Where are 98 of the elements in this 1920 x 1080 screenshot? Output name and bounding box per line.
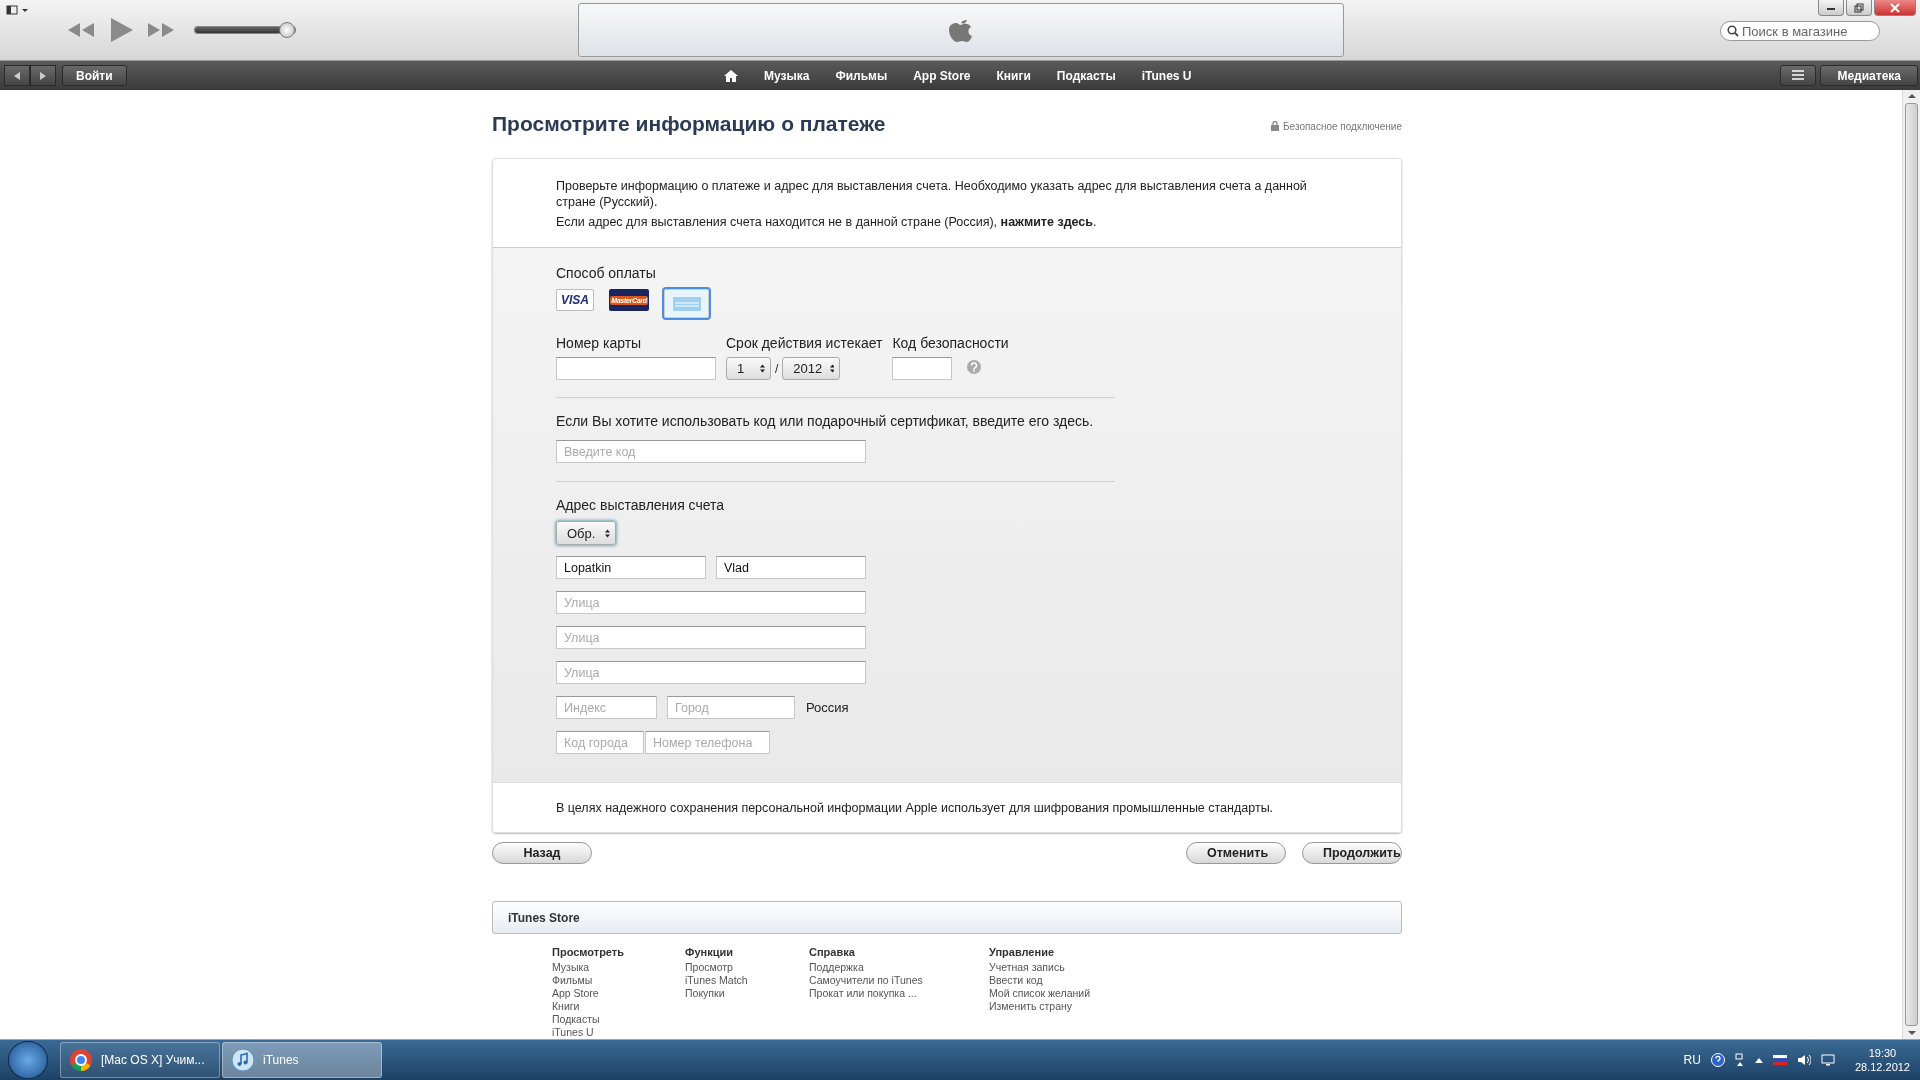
month-select[interactable]: 1 [726,357,771,380]
area-code-field[interactable]: Код города [556,731,644,754]
payment-method-label: Способ оплаты [556,265,657,281]
scrollbar[interactable] [1902,90,1920,1039]
footer-link[interactable]: Прокат или покупка ... [809,987,989,1000]
footer-link[interactable]: Покупки [685,987,809,1000]
footer-link[interactable]: Изменить страну [989,1000,1109,1013]
country-label: Россия [806,700,849,715]
footer-heading: Управление [989,946,1055,959]
street-field[interactable]: Улица [556,591,866,614]
menu-icon [1791,69,1806,80]
footer-heading: Справка [809,946,856,959]
store-nav-link[interactable]: Книги [996,68,1031,83]
play-icon[interactable] [108,16,134,44]
taskbar-button[interactable]: [Mac OS X] Учим... [60,1042,220,1078]
tray-expand-icon[interactable] [1754,1057,1763,1063]
footer-link[interactable]: App Store [552,987,685,1000]
billing-address-label: Адрес выставления счета [556,497,726,513]
restore-icon [1854,2,1864,13]
visa-card-logo[interactable]: VISA [556,289,594,311]
back-button[interactable]: Назад [492,842,592,864]
footer-heading: Функции [685,946,734,959]
store-nav-link[interactable]: iTunes U [1141,68,1192,83]
caret-icon [830,364,835,373]
store-nav-link[interactable]: Подкасты [1056,68,1116,83]
salutation-select[interactable]: Обр. [556,521,616,545]
footer-link[interactable]: Самоучители по iTunes [809,974,989,987]
security-code-label: Код безопасности [892,335,1009,351]
last-name-field[interactable]: Lopatkin [556,556,706,579]
footer-title: iTunes Store [492,901,1402,934]
footer-link[interactable]: Книги [552,1000,685,1013]
footer-link[interactable]: Фильмы [552,974,685,987]
minimize-button[interactable] [1818,0,1844,16]
menu-button[interactable] [1780,65,1817,86]
store-nav-link[interactable]: Фильмы [835,68,888,83]
forward-button[interactable] [30,65,56,86]
year-select[interactable]: 2012 [782,357,841,380]
intro-text: Проверьте информацию о платеже и адрес для выставления счета. Необходимо указать адрес для выставления счета а данной стране (Русский). [556,178,1308,210]
rewind-icon[interactable] [66,20,96,40]
library-button[interactable]: Медиатека [1820,65,1918,86]
close-icon [1890,2,1900,13]
sidebar-toggle-icon[interactable] [6,3,30,17]
first-name-field[interactable]: Vlad [716,556,866,579]
security-notice: В целях надежного сохранения персональной информации Apple использует для шифрования промышленные стандарты. [493,782,1401,832]
help-icon[interactable] [1710,1053,1725,1067]
intro-text: Если адрес для выставления счета находится не в данной стране (Россия), нажмите здесь. [556,214,1098,230]
close-button[interactable] [1874,0,1916,16]
card-number-field[interactable] [556,357,716,380]
footer-link[interactable]: Учетная запись [989,961,1109,974]
footer-heading: Просмотреть [552,946,625,959]
home-icon[interactable] [724,69,738,82]
expiry-label: Срок действия истекает [726,335,883,351]
restore-button[interactable] [1846,0,1872,16]
speaker-icon[interactable] [1796,1054,1811,1066]
street-field[interactable]: Улица [556,661,866,684]
monitor-icon[interactable] [1820,1054,1835,1066]
left-arrow-icon [13,70,21,81]
language-indicator[interactable]: RU [1683,1053,1701,1067]
scroll-up-icon[interactable] [1907,93,1916,99]
security-code-field[interactable] [892,357,953,380]
sign-in-button[interactable]: Войти [62,65,127,86]
clock-time[interactable]: 19:30 [1868,1046,1897,1060]
clock-date[interactable]: 28.12.2012 [1854,1060,1910,1074]
footer-link[interactable]: Музыка [552,961,685,974]
footer-link[interactable]: iTunes Match [685,974,809,987]
street-field[interactable]: Улица [556,626,866,649]
date-separator: / [775,361,779,376]
page-title: Просмотрите информацию о платеже [492,112,886,136]
back-button[interactable] [4,65,30,86]
footer-link[interactable]: Мой список желаний [989,987,1109,1000]
fast-forward-icon[interactable] [146,20,176,40]
card-number-label: Номер карты [556,335,643,351]
city-field[interactable]: Город [667,696,795,719]
scroll-down-icon[interactable] [1907,1030,1916,1036]
network-icon[interactable] [1734,1053,1745,1067]
store-nav-link[interactable]: Музыка [764,68,810,83]
continue-button[interactable]: Продолжить [1302,842,1402,864]
start-button[interactable] [8,1041,48,1079]
store-nav-link[interactable]: App Store [913,68,971,83]
browser-icon [69,1048,93,1072]
secure-connection-label: Безопасное подключение [1283,120,1402,132]
footer-link[interactable]: Просмотр [685,961,809,974]
footer-link[interactable]: Подкасты [552,1013,685,1026]
lock-icon [1271,121,1279,131]
gift-code-prompt: Если Вы хотите использовать код или подарочный сертификат, введите его здесь. [556,413,1095,429]
search-field[interactable]: Поиск в магазине [1720,21,1880,41]
cancel-button[interactable]: Отменить [1186,842,1286,864]
music-note-icon [231,1048,255,1072]
postcode-field[interactable]: Индекс [556,696,657,719]
gift-code-field[interactable]: Введите код [556,440,866,463]
footer-link[interactable]: Поддержка [809,961,989,974]
footer-link[interactable]: Ввести код [989,974,1109,987]
flag-icon[interactable] [1772,1055,1787,1065]
caret-icon [760,364,765,373]
right-arrow-icon [39,70,47,81]
footer-link[interactable]: iTunes U [552,1026,685,1039]
phone-field[interactable]: Номер телефона [645,731,770,754]
caret-icon [605,528,610,538]
